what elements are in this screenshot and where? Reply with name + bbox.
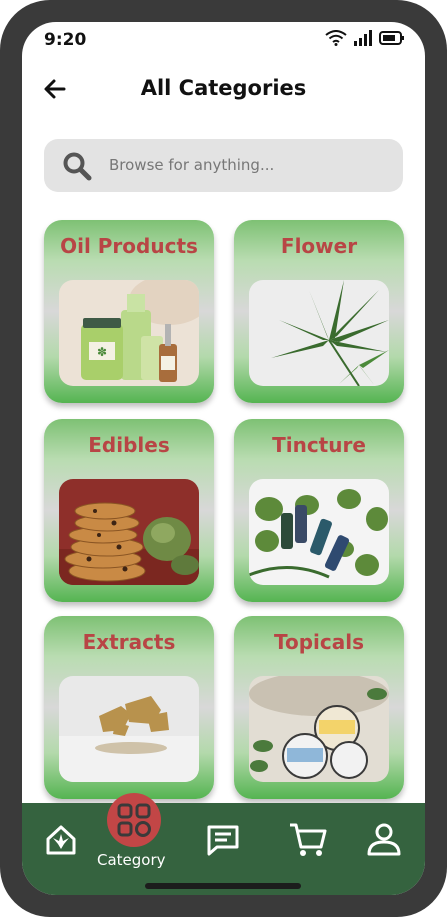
cart-icon[interactable] <box>288 821 328 859</box>
category-card-extracts[interactable]: Extracts <box>44 616 214 799</box>
category-label: Flower <box>280 234 358 258</box>
battery-icon <box>379 31 404 45</box>
status-icons <box>325 30 405 46</box>
status-time: 9:20 <box>44 30 87 50</box>
category-card-flower[interactable]: Flower <box>234 220 404 403</box>
search-placeholder: Browse for anything... <box>109 156 275 174</box>
category-card-topicals[interactable]: Topicals <box>234 616 404 799</box>
category-card-edibles[interactable]: Edibles <box>44 419 214 602</box>
category-label: Edibles <box>88 433 170 457</box>
svg-text:✽: ✽ <box>97 345 107 359</box>
topicals-image <box>249 676 389 782</box>
category-card-oil-products[interactable]: Oil Products ✽ <box>44 220 214 403</box>
chat-icon[interactable] <box>205 823 241 857</box>
search-input[interactable]: Browse for anything... <box>44 139 403 192</box>
flower-image <box>249 280 389 386</box>
status-bar: 9:20 <box>22 22 425 62</box>
bottom-nav: Category <box>22 793 425 895</box>
signal-icon <box>354 30 372 46</box>
category-nav-label: Category <box>97 851 166 869</box>
search-icon <box>63 152 92 181</box>
extracts-image <box>59 676 199 782</box>
tincture-image <box>249 479 389 585</box>
category-label: Extracts <box>82 630 176 654</box>
category-label: Oil Products <box>60 234 198 258</box>
category-label: Topicals <box>273 630 364 654</box>
page-header: All Categories <box>22 72 425 108</box>
category-nav-button[interactable] <box>107 793 161 847</box>
edibles-image <box>59 479 199 585</box>
profile-icon[interactable] <box>366 821 402 857</box>
category-icon <box>117 803 151 837</box>
category-card-tincture[interactable]: Tincture <box>234 419 404 602</box>
wifi-icon <box>325 30 347 46</box>
phone-frame: 9:20 All Categories Browse for anything.… <box>0 0 447 917</box>
app-screen: 9:20 All Categories Browse for anything.… <box>22 22 425 895</box>
category-label: Tincture <box>272 433 366 457</box>
home-indicator <box>145 883 301 889</box>
oil-products-image: ✽ <box>59 280 199 386</box>
home-icon[interactable] <box>44 823 78 857</box>
page-title: All Categories <box>140 76 307 100</box>
